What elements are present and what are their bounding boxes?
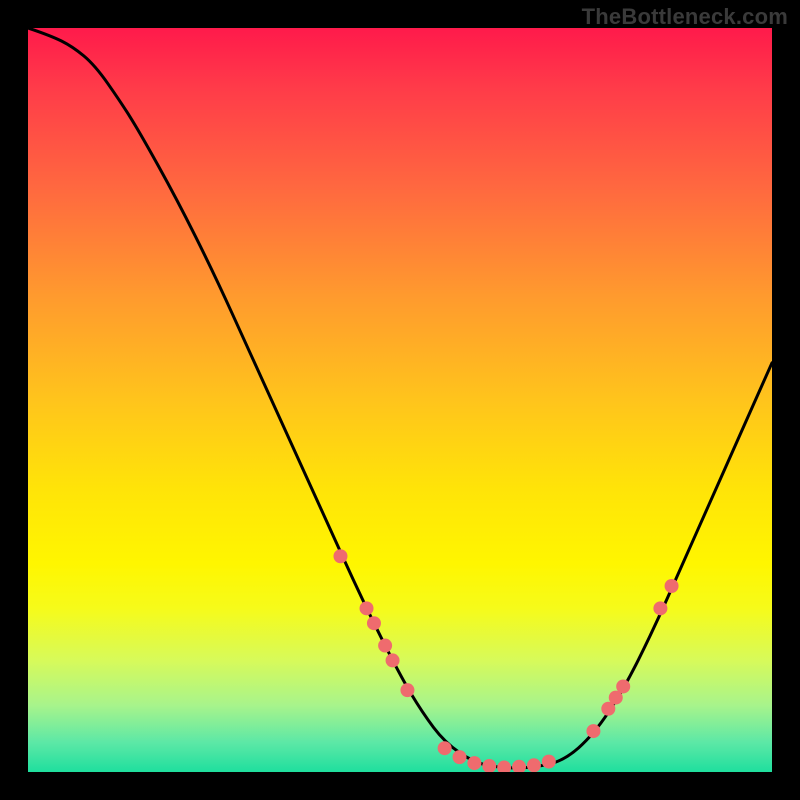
marker-point [665, 579, 679, 593]
watermark-text: TheBottleneck.com [582, 4, 788, 30]
marker-point [512, 760, 526, 772]
marker-point [467, 756, 481, 770]
marker-point [360, 601, 374, 615]
marker-point [497, 761, 511, 772]
chart-frame: TheBottleneck.com [0, 0, 800, 800]
marker-point [482, 759, 496, 772]
marker-point [586, 724, 600, 738]
marker-point [438, 741, 452, 755]
marker-point [616, 679, 630, 693]
marker-point [453, 750, 467, 764]
marker-point [400, 683, 414, 697]
markers-group [333, 549, 678, 772]
marker-point [386, 653, 400, 667]
marker-point [542, 755, 556, 769]
bottleneck-curve [28, 28, 772, 768]
marker-point [333, 549, 347, 563]
plot-area [28, 28, 772, 772]
chart-svg [28, 28, 772, 772]
curve-path [28, 28, 772, 768]
marker-point [653, 601, 667, 615]
marker-point [527, 758, 541, 772]
marker-point [378, 639, 392, 653]
marker-point [367, 616, 381, 630]
